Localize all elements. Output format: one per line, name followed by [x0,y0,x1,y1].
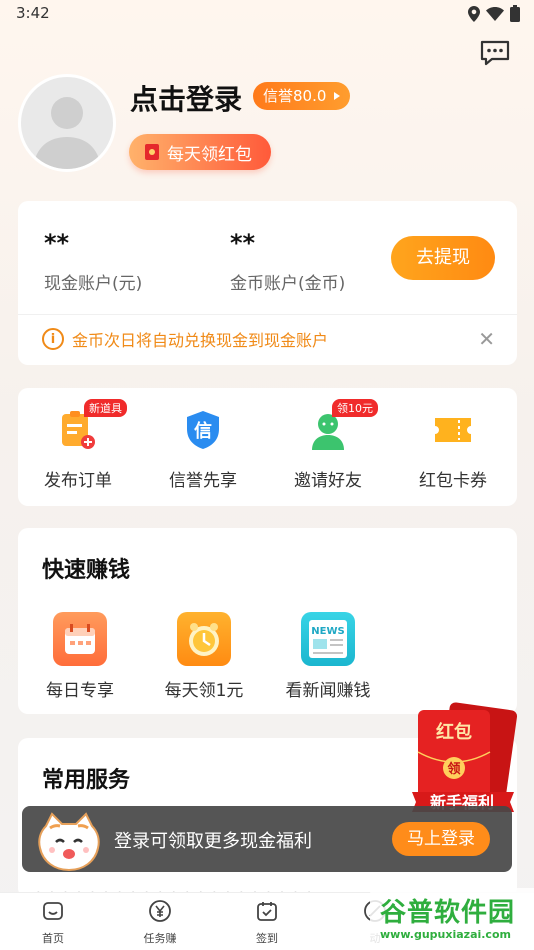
svg-text:信: 信 [194,420,212,442]
wifi-icon [486,6,504,21]
watermark-url: www.gupuxiazai.com [380,928,511,941]
info-icon: i [42,328,64,350]
quick-earn-card: 快速赚钱 每日专享 每天领1元 NEWS 看新闻赚钱 [18,528,517,714]
daily-redpack-label: 每天领红包 [167,144,252,165]
watermark-title: 谷普软件园 [380,898,516,928]
quick-daily-exclusive[interactable]: 每日专享 [18,612,142,701]
coin-value: ** [230,229,256,257]
service-label: 信誉先享 [169,471,237,491]
common-services-title: 常用服务 [42,768,131,793]
divider [18,314,517,315]
location-icon [468,5,480,22]
tab-label: 任务赚 [143,932,177,945]
news-icon: NEWS [301,612,355,666]
home-icon [43,902,63,920]
newbie-redpack-float[interactable]: 红包 领 新手福利 [410,702,518,822]
tab-task-earn[interactable]: 任务赚 [125,899,195,946]
cash-label: 现金账户(元) [44,274,143,294]
quick-label: 每天领1元 [164,681,244,701]
tab-label: 签到 [256,932,278,945]
quick-label: 看新闻赚钱 [285,681,371,701]
quick-label: 每日专享 [46,681,114,701]
calendar-icon [53,612,107,666]
status-bar: 3:42 [0,0,534,28]
user-placeholder-icon [33,97,101,169]
redpack-seal-text: 领 [447,761,460,777]
calendar-check-icon [257,902,277,921]
login-title[interactable]: 点击登录 [130,78,242,118]
red-envelope-icon [145,144,159,160]
credit-badge[interactable]: 信誉80.0 [253,82,351,110]
avatar[interactable] [18,74,116,172]
quick-earn-title: 快速赚钱 [42,558,131,583]
toast-text: 登录可领取更多现金福利 [114,831,312,852]
status-time: 3:42 [16,4,50,22]
battery-icon [510,5,520,22]
daily-redpack-button[interactable]: 每天领红包 [129,134,271,170]
tab-checkin[interactable]: 签到 [232,899,302,946]
coupon-icon [431,408,475,452]
service-credit-first[interactable]: 信 信誉先享 [143,408,263,491]
service-label: 邀请好友 [294,471,362,491]
service-publish-order[interactable]: 新道具 发布订单 [18,399,138,491]
service-coupons[interactable]: 红包卡券 [393,408,513,491]
tab-label: 首页 [42,932,64,945]
notice-text: 金币次日将自动兑换现金到现金账户 [72,331,329,350]
message-icon[interactable] [480,40,510,66]
service-label: 发布订单 [44,471,112,491]
services-card: 新道具 发布订单 信 信誉先享 领10元 邀请好友 红包卡券 [18,388,517,506]
credit-shield-icon: 信 [181,408,225,452]
service-tag: 新道具 [84,399,127,417]
clock-icon [177,612,231,666]
watermark: 谷普软件园 www.gupuxiazai.com [370,888,534,950]
order-icon: 新道具 [56,399,127,452]
quick-daily-one-yuan[interactable]: 每天领1元 [142,612,266,701]
cat-mascot-icon [38,812,100,872]
yen-icon [149,900,171,922]
login-now-button[interactable]: 马上登录 [392,822,490,856]
coin-label: 金币账户(金币) [230,274,346,294]
tab-home[interactable]: 首页 [18,899,88,946]
friend-icon: 领10元 [306,399,378,452]
service-invite-friends[interactable]: 领10元 邀请好友 [268,399,388,491]
service-tag: 领10元 [332,399,378,417]
notice: i 金币次日将自动兑换现金到现金账户 [42,327,328,351]
withdraw-button[interactable]: 去提现 [391,236,495,280]
cash-value: ** [44,229,70,257]
account-card: ** 现金账户(元) ** 金币账户(金币) 去提现 i 金币次日将自动兑换现金… [18,201,517,365]
service-label: 红包卡券 [419,471,487,491]
quick-news-earn[interactable]: NEWS 看新闻赚钱 [266,612,390,701]
news-icon-text: NEWS [311,626,344,637]
close-icon[interactable]: ✕ [478,327,495,351]
status-icons [468,5,520,22]
redpack-top-text: 红包 [436,721,472,743]
